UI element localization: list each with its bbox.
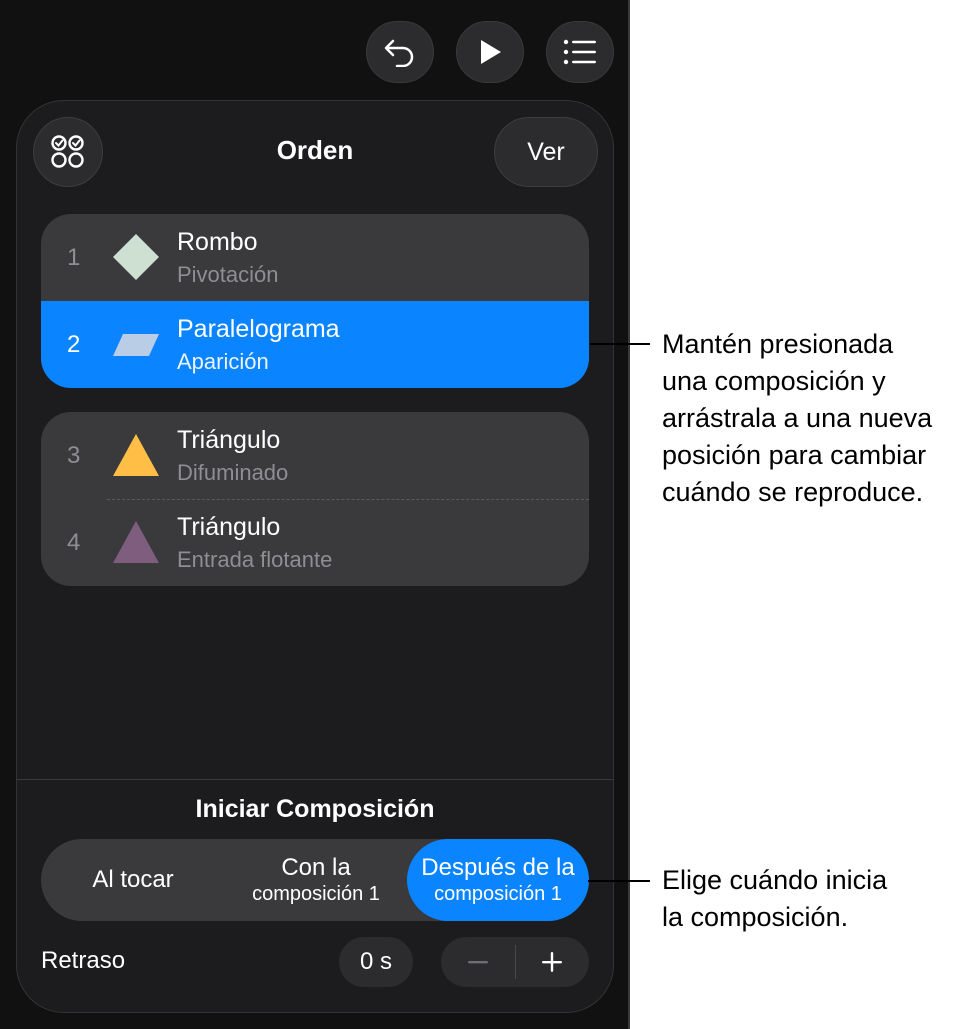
section-divider xyxy=(17,779,613,780)
start-build-segmented-control: Al tocar Con la composición 1 Después de… xyxy=(41,839,589,921)
play-button[interactable] xyxy=(456,21,524,83)
view-button[interactable]: Ver xyxy=(494,117,598,187)
build-effect: Entrada flotante xyxy=(177,547,333,572)
build-effect: Pivotación xyxy=(177,262,279,287)
build-title: Paralelograma xyxy=(177,315,340,343)
callout-start: Elige cuándo inicia la composición. xyxy=(662,862,887,936)
play-icon xyxy=(481,40,501,64)
parallelogram-shape-icon xyxy=(113,334,159,356)
build-order-panel: Orden Ver 1 Rombo Pivotación 2 Paralelog… xyxy=(16,100,614,1013)
build-row-4[interactable]: 4 Triángulo Entrada flotante xyxy=(41,499,589,586)
build-title: Triángulo xyxy=(177,513,281,541)
callout-line: cuándo se reproduce. xyxy=(662,477,924,507)
option-label-line2: composición 1 xyxy=(434,883,562,905)
build-row-2[interactable]: 2 Paralelograma Aparición xyxy=(41,301,589,388)
callout-line-start xyxy=(588,880,650,882)
callout-line: arrástrala a una nueva xyxy=(662,403,933,433)
build-title: Triángulo xyxy=(177,426,281,454)
undo-button[interactable] xyxy=(366,21,434,83)
build-group-2: 3 Triángulo Difuminado 4 Triángulo Entra… xyxy=(41,412,589,586)
option-label: Al tocar xyxy=(92,866,174,893)
callout-line: posición para cambiar xyxy=(662,440,927,470)
callout-line-reorder xyxy=(590,343,650,345)
list-icon xyxy=(563,39,596,65)
build-number: 2 xyxy=(67,331,81,358)
callout-line: Mantén presionada xyxy=(662,329,894,359)
build-number: 3 xyxy=(67,442,81,469)
decrement-button[interactable] xyxy=(441,937,515,987)
callout-line: una composición y xyxy=(662,366,886,396)
start-build-title: Iniciar Composición xyxy=(195,795,435,823)
triangle-shape-icon xyxy=(113,434,159,476)
plus-icon xyxy=(542,952,562,972)
option-label-line1: Después de la xyxy=(421,854,575,881)
build-row-3[interactable]: 3 Triángulo Difuminado xyxy=(41,412,589,499)
option-label-line2: composición 1 xyxy=(252,883,380,905)
start-option-on-tap[interactable]: Al tocar xyxy=(41,839,225,921)
build-number: 1 xyxy=(67,244,81,271)
option-label-line1: Con la xyxy=(281,854,351,881)
start-option-with-build[interactable]: Con la composición 1 xyxy=(225,839,407,921)
build-effect: Difuminado xyxy=(177,460,289,485)
increment-button[interactable] xyxy=(515,937,589,987)
delay-value-field[interactable]: 0 s xyxy=(339,937,413,987)
callout-line: Elige cuándo inicia xyxy=(662,865,888,895)
build-effect: Aparición xyxy=(177,349,269,374)
undo-arrow-icon xyxy=(384,39,414,67)
build-row-1[interactable]: 1 Rombo Pivotación xyxy=(41,214,589,301)
build-title: Rombo xyxy=(177,228,258,256)
minus-icon xyxy=(468,961,488,964)
build-group-1: 1 Rombo Pivotación 2 Paralelograma Apari… xyxy=(41,214,589,388)
triangle-shape-icon xyxy=(113,521,159,563)
device-screen: Orden Ver 1 Rombo Pivotación 2 Paralelog… xyxy=(0,0,630,1029)
build-number: 4 xyxy=(67,529,81,556)
callout-reorder: Mantén presionada una composición y arrá… xyxy=(662,326,932,511)
start-option-after-build[interactable]: Después de la composición 1 xyxy=(407,839,589,921)
callout-line: la composición. xyxy=(662,902,849,932)
delay-label: Retraso xyxy=(41,947,126,974)
diamond-shape-icon xyxy=(113,234,159,280)
list-button[interactable] xyxy=(546,21,614,83)
delay-stepper xyxy=(441,937,589,987)
